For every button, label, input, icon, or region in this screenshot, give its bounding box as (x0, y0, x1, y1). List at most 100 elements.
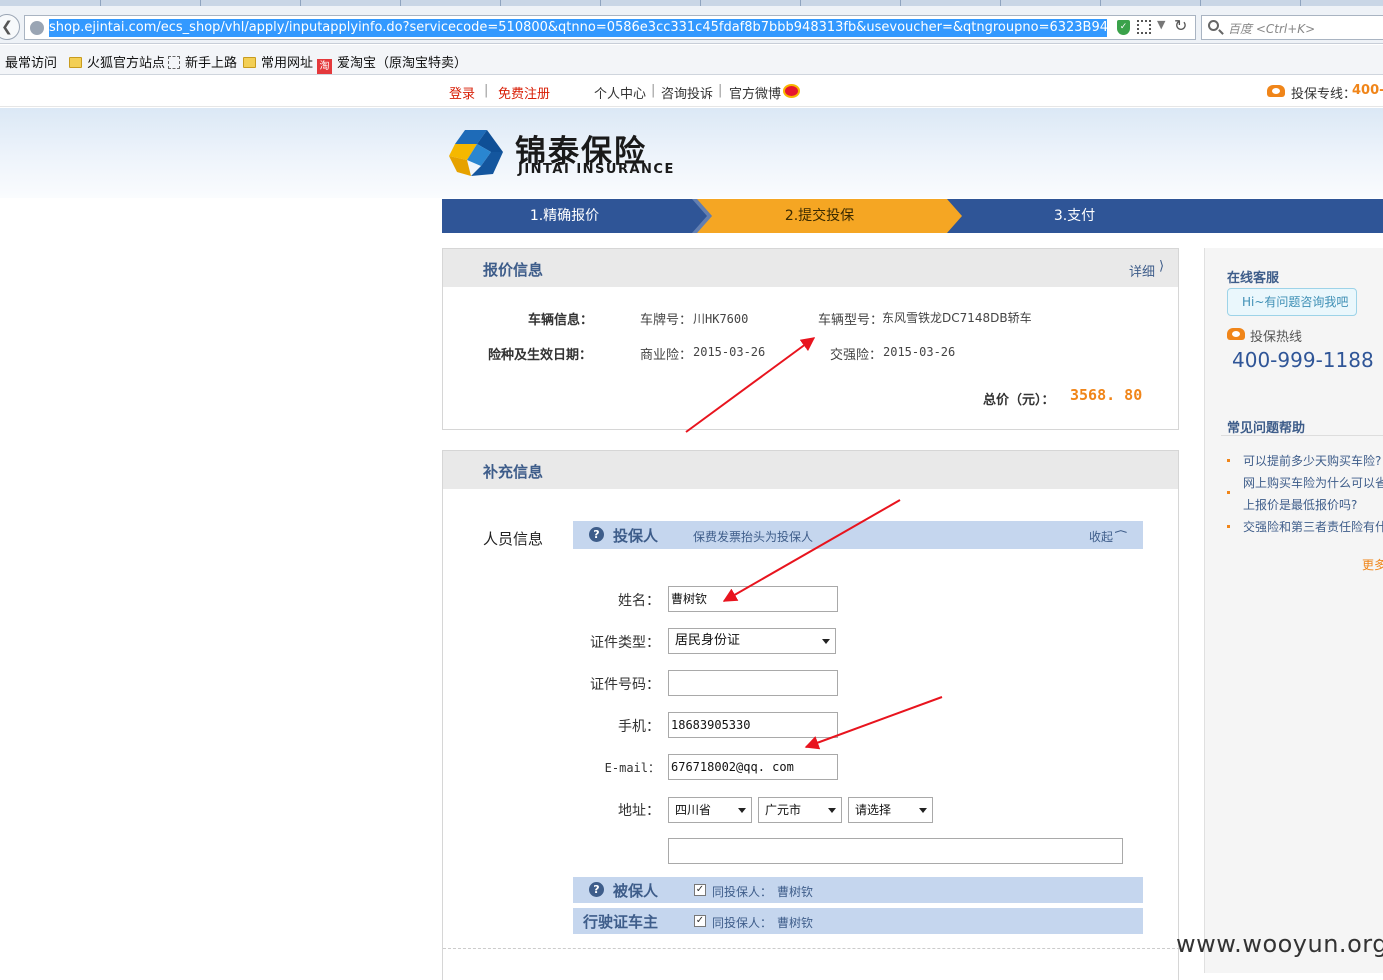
browser-navigation-bar: ❮ shop.ejintai.com/ecs_shop/vhl/apply/in… (0, 6, 1383, 44)
reload-icon[interactable]: ↻ (1174, 16, 1187, 35)
district-select[interactable]: 请选择 (848, 797, 933, 823)
compulsory-label: 交强险： (830, 348, 883, 363)
same-as-applicant-label: 同投保人： (712, 885, 773, 899)
chat-bubble-button[interactable]: Hi~有问题咨询我吧 (1227, 288, 1357, 316)
complaints-link[interactable]: 咨询投诉 (661, 83, 713, 102)
dropdown-caret-icon (828, 808, 836, 813)
right-sidebar: 在线客服 Hi~有问题咨询我吧 投保热线 400-999-1188 常见问题帮助… (1204, 248, 1383, 973)
step-submit: 2.提交投保 (784, 208, 855, 224)
dropdown-caret-icon (738, 808, 746, 813)
detail-link[interactable]: 详细 (1129, 261, 1155, 280)
jintai-logo-icon[interactable] (447, 126, 507, 180)
faq-item-continued[interactable]: 上报价是最低报价吗? (1243, 496, 1357, 513)
phone-label: 手机： (618, 719, 660, 735)
folder-icon (243, 57, 256, 68)
same-as-applicant-label: 同投保人： (712, 916, 773, 930)
city-select[interactable]: 广元市 (758, 797, 842, 823)
compulsory-date: 2015-03-26 (883, 345, 956, 359)
search-icon (1208, 20, 1219, 31)
help-icon[interactable]: ? (589, 527, 604, 542)
plate-value: 川HK7600 (693, 312, 749, 326)
phone-icon (1227, 328, 1245, 340)
quote-info-title: 报价信息 (483, 261, 544, 279)
qr-code-icon[interactable] (1137, 20, 1151, 34)
hotline-number: 400-9 (1352, 83, 1383, 98)
weibo-icon[interactable] (783, 84, 800, 98)
owner-name: 曹树钦 (777, 916, 814, 930)
total-value: 3568. 80 (1070, 386, 1143, 404)
bullet-icon (1227, 459, 1230, 462)
watermark: www.wooyun.org (1176, 930, 1383, 958)
more-link[interactable]: 更多 (1362, 556, 1383, 573)
chevron-right-icon[interactable]: ⟩ (1159, 259, 1164, 274)
email-input[interactable]: 676718002@qq. com (668, 754, 838, 780)
people-info-label: 人员信息 (483, 530, 544, 548)
taobao-icon: 淘 (317, 59, 332, 74)
logo-english-name: JINTAI INSURANCE (518, 162, 675, 177)
dropdown-caret-icon (919, 808, 927, 813)
bookmark-taobao[interactable]: 淘爱淘宝（原淘宝特卖） (317, 52, 467, 74)
bookmark-common-sites[interactable]: 常用网址 (243, 52, 313, 71)
owner-same-as-applicant-checkbox[interactable]: ✓ (694, 915, 706, 927)
shield-icon[interactable]: ✓ (1117, 20, 1130, 35)
insured-title: 被保人 (613, 882, 659, 900)
divider: | (484, 83, 489, 98)
search-placeholder: 百度 <Ctrl+K> (1228, 22, 1316, 36)
name-label: 姓名： (618, 593, 660, 609)
faq-item[interactable]: 可以提前多少天购买车险? (1243, 452, 1381, 469)
divider (443, 948, 1180, 949)
hotline-label: 投保热线 (1250, 330, 1303, 345)
id-number-label: 证件号码： (590, 677, 660, 693)
divider: | (651, 83, 656, 98)
bullet-icon (1227, 491, 1230, 494)
address-bar[interactable]: shop.ejintai.com/ecs_shop/vhl/apply/inpu… (24, 15, 1196, 40)
progress-steps: 1.精确报价 2.提交投保 3.支付 (442, 199, 1383, 233)
id-type-label: 证件类型： (590, 635, 660, 651)
faq-item[interactable]: 网上购买车险为什么可以省 (1243, 474, 1383, 491)
divider (1221, 435, 1383, 436)
login-link[interactable]: 登录 (449, 83, 475, 102)
commercial-label: 商业险： (640, 348, 693, 363)
insured-section-bar: ? 被保人 ✓ 同投保人： 曹树钦 (573, 877, 1143, 903)
bookmark-most-visited[interactable]: 最常访问 (0, 52, 57, 71)
address-detail-input[interactable] (668, 838, 1123, 864)
province-select[interactable]: 四川省 (668, 797, 752, 823)
page-icon (168, 56, 180, 69)
panel-header: 补充信息 (443, 451, 1178, 489)
chevron-up-icon[interactable]: ⟩ (1114, 529, 1129, 534)
help-icon[interactable]: ? (589, 882, 604, 897)
collapse-link[interactable]: 收起 (1089, 528, 1113, 545)
province-value: 四川省 (675, 803, 712, 817)
faq-item[interactable]: 交强险和第三者责任险有什 (1243, 518, 1383, 535)
name-input[interactable]: 曹树钦 (668, 586, 838, 612)
email-label: E-mail： (604, 761, 660, 775)
vehicle-owner-title: 行驶证车主 (583, 913, 659, 931)
id-type-select[interactable]: 居民身份证 (668, 628, 836, 654)
phone-icon (1267, 85, 1285, 97)
online-service-title: 在线客服 (1227, 271, 1280, 286)
step-pay: 3.支付 (1053, 208, 1096, 224)
model-label: 车辆型号： (818, 313, 884, 328)
same-as-applicant-checkbox[interactable]: ✓ (694, 884, 706, 896)
faq-title: 常见问题帮助 (1227, 421, 1306, 436)
dropdown-caret-icon (822, 639, 830, 644)
user-center-link[interactable]: 个人中心 (594, 83, 646, 102)
id-type-value: 居民身份证 (675, 633, 741, 648)
browser-search-input[interactable]: 百度 <Ctrl+K> (1201, 15, 1383, 40)
insured-name: 曹树钦 (777, 885, 814, 899)
total-label: 总价（元）： (983, 393, 1055, 408)
phone-input[interactable]: 18683905330 (668, 712, 838, 738)
folder-icon (69, 57, 82, 68)
url-text[interactable]: shop.ejintai.com/ecs_shop/vhl/apply/inpu… (49, 19, 1107, 37)
applicant-title: 投保人 (613, 527, 659, 545)
divider: | (718, 83, 723, 98)
id-number-input[interactable] (668, 670, 838, 696)
history-dropdown-icon[interactable]: ▼ (1157, 18, 1165, 31)
back-arrow-icon[interactable]: ❮ (0, 14, 20, 40)
bookmark-getting-started[interactable]: 新手上路 (168, 52, 237, 71)
bookmark-firefox-site[interactable]: 火狐官方站点 (69, 52, 165, 71)
applicant-note: 保费发票抬头为投保人 (693, 530, 814, 544)
weibo-link[interactable]: 官方微博 (729, 83, 781, 102)
site-identity-icon[interactable] (30, 21, 44, 35)
register-link[interactable]: 免费注册 (498, 83, 550, 102)
